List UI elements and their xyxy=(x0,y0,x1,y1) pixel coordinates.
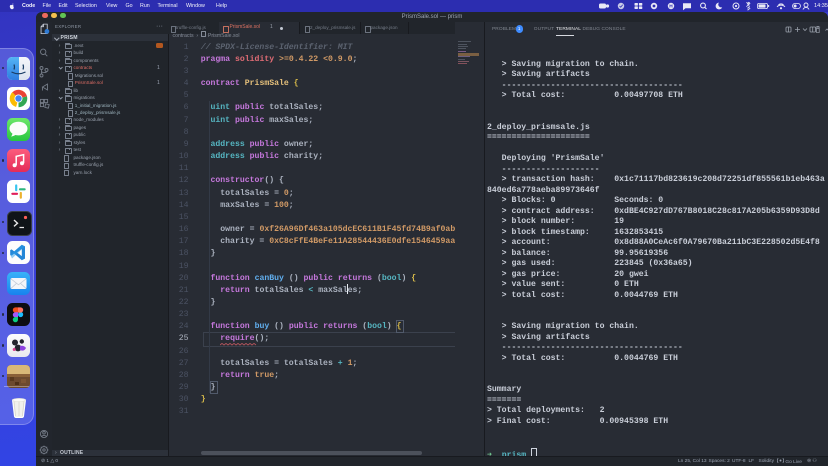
svg-text:H: H xyxy=(669,4,673,10)
